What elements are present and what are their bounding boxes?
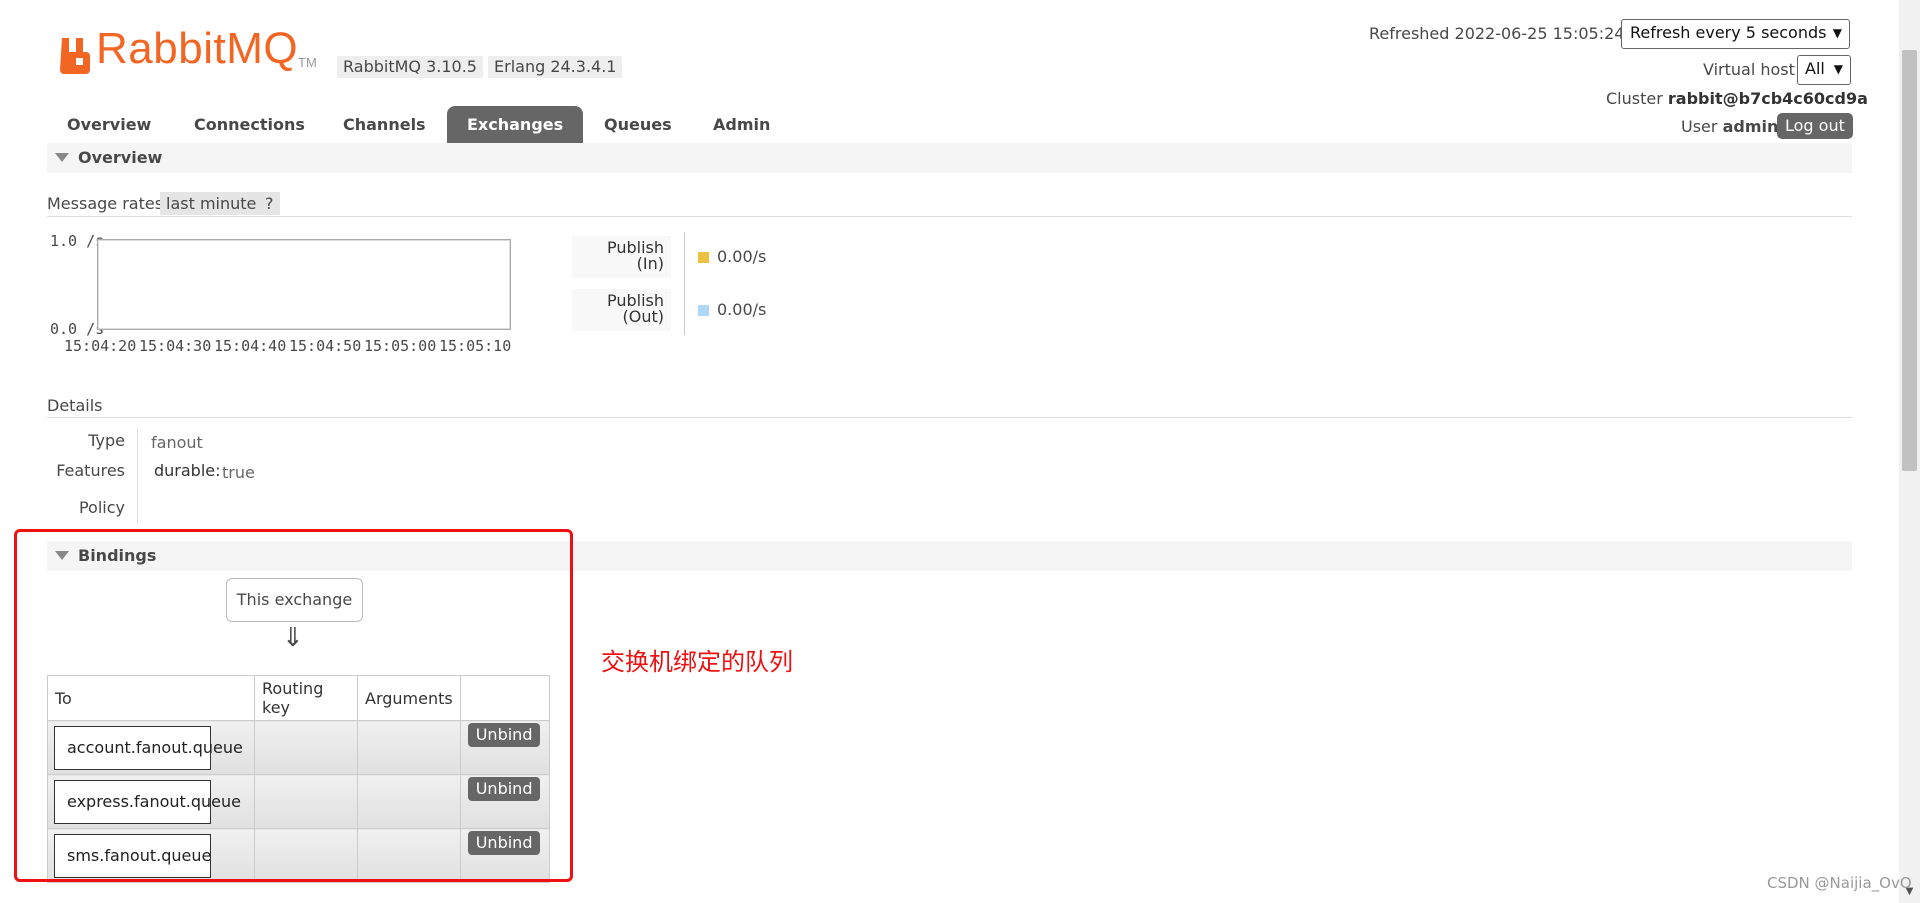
publish-out-rate: 0.00/s [717, 300, 767, 319]
annotation-text: 交换机绑定的队列 [601, 648, 793, 676]
rates-divider [47, 216, 1852, 217]
logo-trademark: TM [298, 55, 317, 70]
x-tick-label: 15:05:00 [364, 337, 437, 355]
help-button[interactable]: ? [259, 192, 280, 215]
message-rates-label: Message rates [47, 194, 164, 213]
publish-in-rate: 0.00/s [717, 247, 767, 266]
user-label: User [1681, 117, 1718, 136]
legend-publish-out[interactable]: Publish (Out) [572, 289, 671, 331]
overview-section-title: Overview [78, 148, 163, 167]
virtual-host-label: Virtual host [1703, 60, 1795, 79]
details-divider [47, 417, 1852, 418]
user-name: admin [1722, 117, 1779, 136]
logo-text: RabbitMQ [96, 24, 299, 73]
legend-divider [684, 232, 685, 335]
virtual-host-select[interactable]: All ▼ [1797, 55, 1851, 85]
refresh-interval-select[interactable]: Refresh every 5 seconds ▼ [1621, 19, 1850, 49]
refresh-interval-value: Refresh every 5 seconds [1630, 23, 1827, 42]
collapse-triangle-icon [55, 153, 69, 162]
legend-label-line: (In) [636, 254, 664, 273]
type-key: Type [88, 431, 125, 450]
tab-queues[interactable]: Queues [584, 106, 692, 144]
chevron-down-icon: ▼ [1832, 26, 1842, 40]
rabbitmq-version-badge: RabbitMQ 3.10.5 [337, 56, 483, 78]
tab-channels[interactable]: Channels [323, 106, 446, 144]
x-tick-label: 15:04:50 [289, 337, 362, 355]
annotation-highlight-box [14, 529, 573, 882]
rabbitmq-logo-icon [60, 38, 90, 74]
cluster-name: rabbit@b7cb4c60cd9a [1667, 89, 1868, 108]
legend-label-line: (Out) [622, 307, 665, 326]
tab-overview[interactable]: Overview [47, 106, 171, 144]
legend-swatch-publish-in [698, 252, 709, 263]
policy-key: Policy [78, 498, 125, 517]
scrollbar-thumb[interactable] [1902, 50, 1917, 471]
tab-exchanges[interactable]: Exchanges [447, 106, 584, 144]
x-tick-label: 15:04:20 [64, 337, 137, 355]
x-tick-label: 15:04:30 [139, 337, 212, 355]
range-selector[interactable]: last minute [160, 192, 263, 215]
refreshed-timestamp: Refreshed 2022-06-25 15:05:24 [1369, 24, 1625, 43]
overview-section-header[interactable]: Overview [47, 143, 1852, 173]
x-tick-label: 15:04:40 [214, 337, 287, 355]
chevron-down-icon: ▼ [1833, 62, 1843, 76]
features-value: true [222, 463, 255, 482]
details-column-divider [137, 428, 138, 524]
features-name: durable: [154, 461, 221, 480]
legend-publish-in[interactable]: Publish (In) [572, 236, 671, 278]
x-tick-label: 15:05:10 [439, 337, 512, 355]
tab-connections[interactable]: Connections [174, 106, 325, 144]
type-value: fanout [151, 433, 203, 452]
message-rates-chart [97, 239, 511, 330]
virtual-host-value: All [1805, 59, 1825, 78]
logout-button[interactable]: Log out [1777, 113, 1853, 139]
features-key: Features [56, 461, 125, 480]
tab-admin[interactable]: Admin [693, 106, 790, 144]
cluster-info: Cluster rabbit@b7cb4c60cd9a [1606, 89, 1868, 108]
erlang-version-badge: Erlang 24.3.4.1 [488, 56, 623, 78]
user-info: User admin [1681, 117, 1778, 136]
watermark: CSDN @Naijia_OvO [1767, 874, 1912, 892]
details-label: Details [47, 396, 103, 415]
cluster-label: Cluster [1606, 89, 1663, 108]
legend-swatch-publish-out [698, 305, 709, 316]
